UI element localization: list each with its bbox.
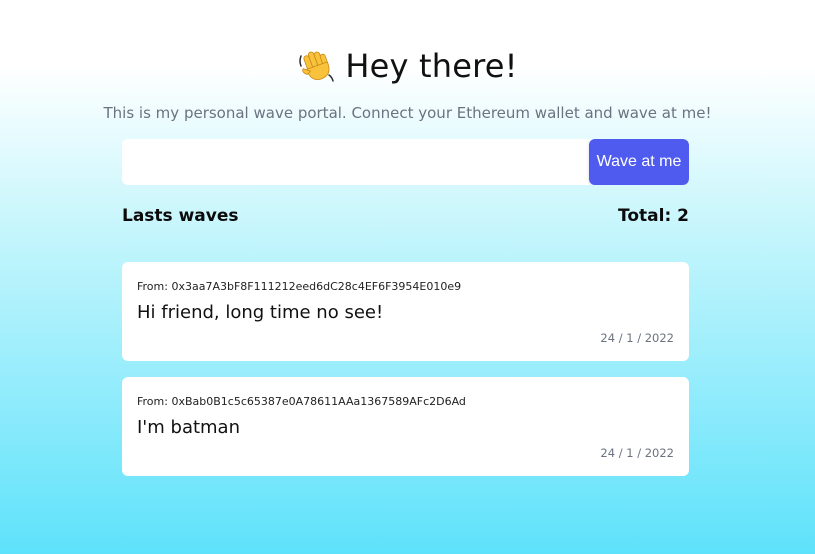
waving-hand-icon [297,47,335,85]
page-title: Hey there! [345,47,518,85]
wave-message-input[interactable] [122,139,589,185]
page-subtitle: This is my personal wave portal. Connect… [103,104,712,122]
wave-message-text: Hi friend, long time no see! [137,302,384,323]
wave-date: 24 / 1 / 2022 [600,331,674,345]
wave-sender-address: From: 0x3aa7A3bF8F111212eed6dC28c4EF6F39… [137,280,462,293]
wave-date: 24 / 1 / 2022 [600,446,674,460]
wave-message-text: I'm batman [137,417,240,438]
wave-portal-page: Hey there! This is my personal wave port… [0,0,815,554]
waves-section-header: Lasts waves Total: 2 [122,206,689,226]
wave-card: From: 0xBab0B1c5c65387e0A78611AAa1367589… [122,377,689,476]
page-header: Hey there! [0,47,815,85]
wave-sender-address: From: 0xBab0B1c5c65387e0A78611AAa1367589… [137,395,466,408]
wave-form: Wave at me [122,139,689,185]
wave-at-me-button[interactable]: Wave at me [589,139,689,185]
wave-card: From: 0x3aa7A3bF8F111212eed6dC28c4EF6F39… [122,262,689,361]
waves-total-count: Total: 2 [618,206,689,226]
wave-list: From: 0x3aa7A3bF8F111212eed6dC28c4EF6F39… [122,262,689,476]
waves-section-title: Lasts waves [122,206,239,226]
